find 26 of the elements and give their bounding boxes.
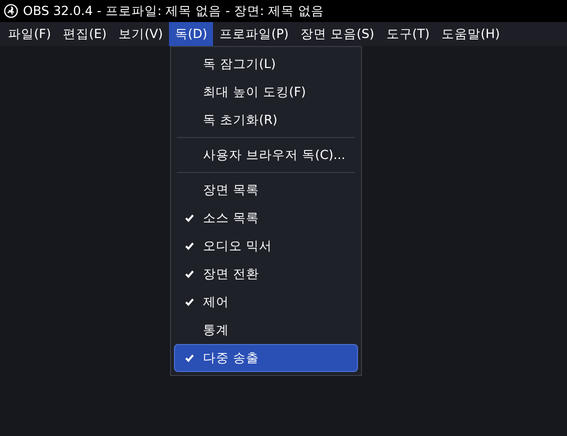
- menu-item[interactable]: 프로파일(P): [213, 22, 295, 46]
- checkmark-icon: [184, 298, 194, 306]
- menu-item[interactable]: 파일(F): [2, 22, 57, 46]
- menu-item[interactable]: 독(D): [168, 22, 214, 46]
- menu-item[interactable]: 도구(T): [380, 22, 436, 46]
- checkmark-icon: [184, 354, 194, 362]
- menu-entry[interactable]: 다중 송출: [174, 344, 358, 372]
- logo-icon: [4, 4, 18, 18]
- menu-entry[interactable]: 최대 높이 도킹(F): [174, 78, 358, 106]
- window-title: OBS 32.0.4 - 프로파일: 제목 없음 - 장면: 제목 없음: [23, 2, 324, 20]
- menu-entry[interactable]: 오디오 믹서: [174, 232, 358, 260]
- menu-item[interactable]: 보기(V): [112, 22, 169, 46]
- menu-entry[interactable]: 장면 목록: [174, 176, 358, 204]
- menu-entry[interactable]: 독 초기화(R): [174, 106, 358, 134]
- checkmark-icon: [184, 242, 194, 250]
- menu-entry[interactable]: 소스 목록: [174, 204, 358, 232]
- menu-entry[interactable]: 장면 전환: [174, 260, 358, 288]
- menu-item[interactable]: 장면 모음(S): [294, 22, 380, 46]
- menu-item[interactable]: 편집(E): [56, 22, 113, 46]
- menu-item[interactable]: 도움말(H): [436, 22, 506, 46]
- menu-entry[interactable]: 제어: [174, 288, 358, 316]
- checkmark-icon: [184, 214, 194, 222]
- menu-entry[interactable]: 독 잠그기(L): [174, 50, 358, 78]
- checkmark-icon: [184, 270, 194, 278]
- menu-entry[interactable]: 사용자 브라우저 독(C)...: [174, 141, 358, 169]
- menu-entry[interactable]: 통계: [174, 316, 358, 344]
